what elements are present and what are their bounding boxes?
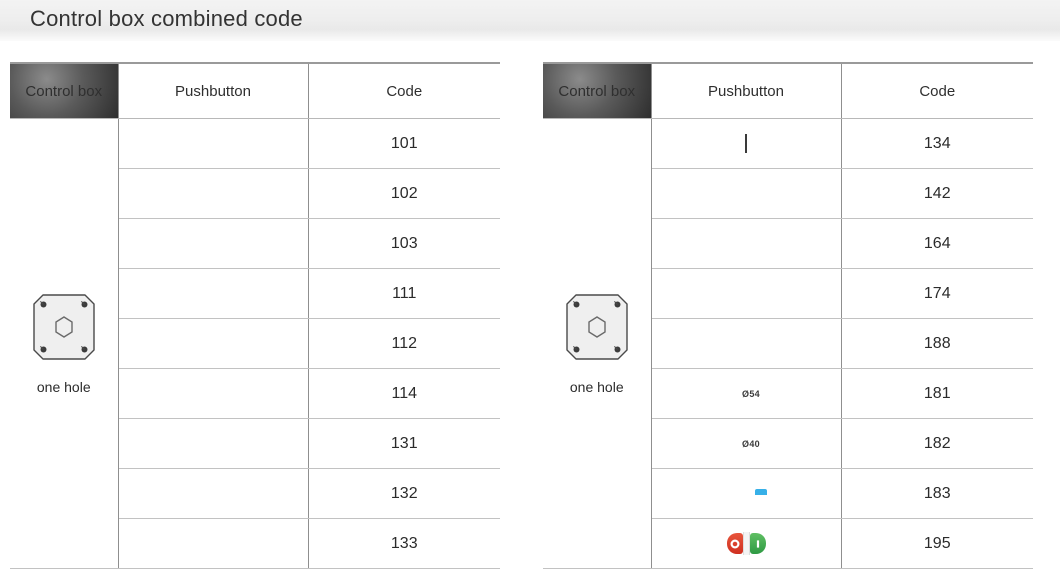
table-header-left: Control box Pushbutton Code bbox=[10, 62, 500, 119]
code-cell: 101 bbox=[308, 118, 500, 169]
table-row: one hole 134 bbox=[543, 118, 1033, 569]
pushbutton-cell bbox=[118, 468, 309, 519]
pushbutton-cell bbox=[118, 118, 309, 169]
pushbutton-diameter-label: Ø54 bbox=[742, 388, 760, 399]
code-cell: 182 bbox=[841, 418, 1033, 469]
control-box-label: one hole bbox=[569, 379, 624, 395]
control-box-illustration: one hole bbox=[544, 292, 650, 395]
page-title: Control box combined code bbox=[30, 6, 303, 31]
pushbutton-cell bbox=[118, 518, 309, 569]
code-cell: 132 bbox=[308, 468, 500, 519]
code-cell: 181 bbox=[841, 368, 1033, 419]
control-box-one-hole-icon bbox=[31, 292, 97, 367]
combined-code-table-left: Control box Pushbutton Code one hole 101 1… bbox=[10, 62, 500, 569]
pushbutton-cell: Ø54 bbox=[651, 368, 842, 419]
code-cell: 195 bbox=[841, 518, 1033, 569]
pushbutton-cell bbox=[118, 268, 309, 319]
column-header-code: Code bbox=[308, 62, 500, 119]
column-header-control-box: Control box bbox=[10, 62, 119, 119]
pushbutton-icon-wrap: Ø54 bbox=[653, 389, 840, 399]
control-box-cell: one hole bbox=[543, 118, 652, 569]
code-cell: 102 bbox=[308, 168, 500, 219]
column-header-pushbutton: Pushbutton bbox=[118, 62, 309, 119]
pushbutton-cell bbox=[651, 118, 842, 169]
table-left: Control box Pushbutton Code one hole 101 1… bbox=[10, 62, 500, 569]
pushbutton-cell bbox=[651, 268, 842, 319]
pushbutton-cell: STOP bbox=[118, 368, 309, 419]
pushbutton-cell bbox=[651, 168, 842, 219]
table-right: Control box Pushbutton Code one hole 134 1… bbox=[543, 62, 1033, 569]
pushbutton-icon-wrap bbox=[653, 532, 840, 555]
code-cell: 131 bbox=[308, 418, 500, 469]
code-cell: 114 bbox=[308, 368, 500, 419]
page-root: Control box combined code Control box Pu… bbox=[0, 0, 1060, 569]
black-square-selector-switch-icon bbox=[745, 133, 747, 153]
column-header-pushbutton: Pushbutton bbox=[651, 62, 842, 119]
code-cell: 103 bbox=[308, 218, 500, 269]
table-header-right: Control box Pushbutton Code bbox=[543, 62, 1033, 119]
column-header-control-box: Control box bbox=[543, 62, 652, 119]
code-cell: 142 bbox=[841, 168, 1033, 219]
code-cell: 133 bbox=[308, 518, 500, 569]
pushbutton-cell bbox=[651, 518, 842, 569]
code-cell: 188 bbox=[841, 318, 1033, 369]
control-box-one-hole-icon bbox=[564, 292, 630, 367]
pushbutton-cell bbox=[651, 468, 842, 519]
pushbutton-icon-wrap: Ø40 bbox=[653, 439, 840, 449]
pushbutton-cell bbox=[118, 318, 309, 369]
pushbutton-cell: Ø40 bbox=[651, 418, 842, 469]
header-row: Control box Pushbutton Code bbox=[543, 62, 1033, 119]
table-body-left: one hole 101102103111112STOP114131132133 bbox=[10, 118, 500, 569]
code-cell: 134 bbox=[841, 118, 1033, 169]
table-row: one hole 101 bbox=[10, 118, 500, 569]
code-cell: 174 bbox=[841, 268, 1033, 319]
code-cell: 164 bbox=[841, 218, 1033, 269]
combined-code-table-right: Control box Pushbutton Code one hole 134 1… bbox=[543, 62, 1033, 569]
pushbutton-icon-wrap bbox=[653, 133, 840, 153]
pushbutton-cell bbox=[651, 318, 842, 369]
pushbutton-cell bbox=[118, 418, 309, 469]
code-cell: 183 bbox=[841, 468, 1033, 519]
pushbutton-cell bbox=[651, 218, 842, 269]
code-cell: 112 bbox=[308, 318, 500, 369]
pushbutton-cell bbox=[118, 168, 309, 219]
pushbutton-cell bbox=[118, 218, 309, 269]
red-green-dual-pushbutton-icon bbox=[726, 532, 766, 555]
code-cell: 111 bbox=[308, 268, 500, 319]
control-box-label: one hole bbox=[36, 379, 91, 395]
pushbutton-diameter-label: Ø40 bbox=[742, 438, 760, 449]
column-header-code: Code bbox=[841, 62, 1033, 119]
control-box-illustration: one hole bbox=[11, 292, 117, 395]
title-bar: Control box combined code bbox=[0, 0, 1060, 41]
header-row: Control box Pushbutton Code bbox=[10, 62, 500, 119]
table-body-right: one hole 134 142 164 174 188 Ø54 181 Ø40 182 183 19… bbox=[543, 118, 1033, 569]
control-box-cell: one hole bbox=[10, 118, 119, 569]
